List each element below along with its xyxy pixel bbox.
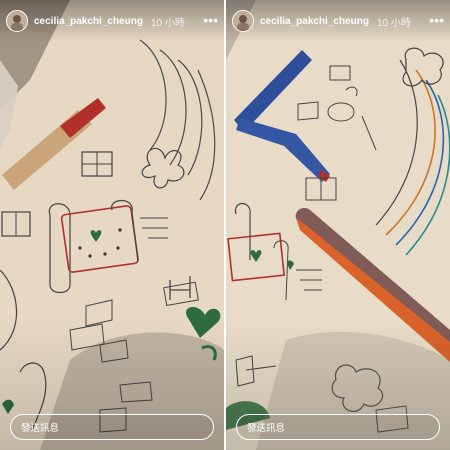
more-options-icon[interactable]: ••• (203, 13, 218, 27)
avatar[interactable] (232, 10, 254, 32)
story-viewer: cecilia_pakchi_cheung 10 小時 ••• 發送訊息 cec… (0, 0, 450, 450)
story-panel-left[interactable]: cecilia_pakchi_cheung 10 小時 ••• 發送訊息 (0, 0, 224, 450)
more-options-icon[interactable]: ••• (429, 13, 444, 27)
story-header: cecilia_pakchi_cheung 10 小時 ••• (226, 0, 450, 42)
send-message-placeholder: 發送訊息 (21, 423, 60, 434)
username[interactable]: cecilia_pakchi_cheung (34, 16, 143, 27)
send-message-input[interactable]: 發送訊息 (10, 414, 214, 440)
send-message-input[interactable]: 發送訊息 (236, 414, 440, 440)
story-header: cecilia_pakchi_cheung 10 小時 ••• (0, 0, 224, 42)
avatar-image (233, 11, 253, 31)
send-message-placeholder: 發送訊息 (247, 423, 286, 434)
story-panel-right[interactable]: cecilia_pakchi_cheung 10 小時 ••• 發送訊息 (226, 0, 450, 450)
avatar[interactable] (6, 10, 28, 32)
post-time: 10 小時 (150, 17, 185, 29)
username[interactable]: cecilia_pakchi_cheung (260, 16, 369, 27)
avatar-image (7, 11, 27, 31)
post-time: 10 小時 (376, 17, 411, 29)
